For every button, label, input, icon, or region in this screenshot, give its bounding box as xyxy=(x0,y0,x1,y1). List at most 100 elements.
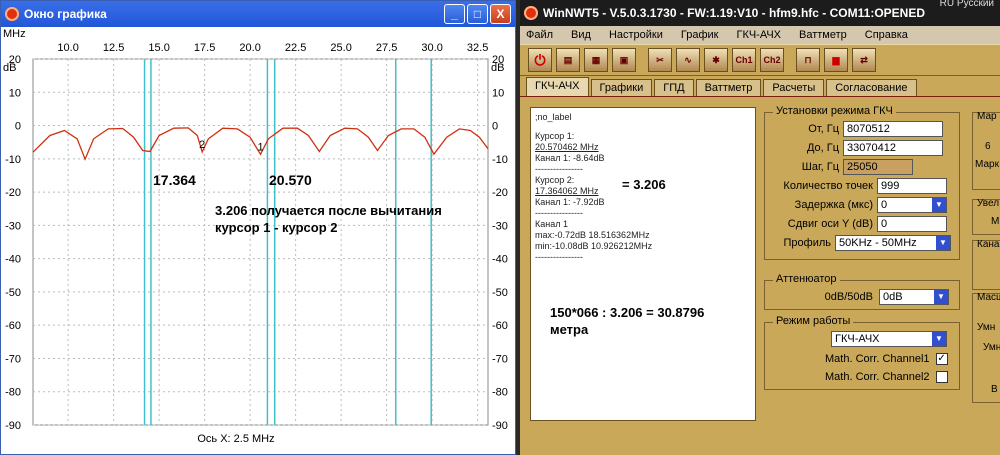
points-input[interactable]: 999 xyxy=(877,178,947,194)
menu-settings[interactable]: Настройки xyxy=(609,29,663,41)
y-tick-label-right: -60 xyxy=(492,320,508,332)
y-tick-label-left: -40 xyxy=(5,254,21,266)
profile-label: Профиль xyxy=(783,237,832,249)
ch1-icon[interactable]: Ch1 xyxy=(732,48,756,72)
nwt-titlebar[interactable]: WinNWT5 - V.5.0.3.1730 - FW:1.19:V10 - h… xyxy=(520,0,1000,26)
tab-graphs[interactable]: Графики xyxy=(590,79,653,96)
y-tick-label-left: 10 xyxy=(9,87,21,99)
memo-separator: ---------------- xyxy=(535,252,583,262)
menu-help[interactable]: Справка xyxy=(865,29,908,41)
toolbar: ⏻ ▤ ▦ ▣ ✂ ∿ ✱ Ch1 Ch2 ⊓ ▆ ⇄ xyxy=(520,44,1000,76)
close-button[interactable]: X xyxy=(490,4,511,24)
bmp-icon[interactable]: ▦ xyxy=(584,48,608,72)
math2-label: Math. Corr. Channel2 xyxy=(825,371,930,383)
app-icon xyxy=(5,7,19,21)
graph-titlebar[interactable]: Окно графика _ □ X xyxy=(1,1,515,27)
y-tick-label-left: -30 xyxy=(5,220,21,232)
x-tick-label: 30.0 xyxy=(421,42,442,54)
chevron-down-icon[interactable]: ▼ xyxy=(936,236,950,250)
menu-graph[interactable]: График xyxy=(681,29,719,41)
x-tick-label: 25.0 xyxy=(330,42,351,54)
mode-value: ГКЧ-АЧХ xyxy=(835,333,880,345)
x-tick-label: 12.5 xyxy=(103,42,124,54)
delay-select[interactable]: 0 ▼ xyxy=(877,197,947,213)
x-tick-label: 32.5 xyxy=(467,42,488,54)
memo-channel-title: Канал 1 xyxy=(535,219,568,229)
tab-calculations[interactable]: Расчеты xyxy=(763,79,825,96)
delay-label: Задержка (мкс) xyxy=(794,199,873,211)
tab-vfo[interactable]: ГПД xyxy=(654,79,694,96)
cursor-marker-2: 2 xyxy=(199,139,205,151)
menu-view[interactable]: Вид xyxy=(571,29,591,41)
app-icon xyxy=(524,6,538,20)
y-tick-label-right: -50 xyxy=(492,287,508,299)
maximize-button[interactable]: □ xyxy=(467,4,488,24)
cursor-marker-1: 1 xyxy=(258,141,264,153)
tab-matching[interactable]: Согласование xyxy=(826,79,917,96)
markers-label: Марк xyxy=(975,159,999,170)
note-line1: 3.206 получается после вычитания xyxy=(215,203,442,218)
diff-annotation: = 3.206 xyxy=(622,177,666,192)
memo-cursor1-title: Курсор 1: xyxy=(535,131,575,141)
step-icon[interactable]: ⊓ xyxy=(796,48,820,72)
info-memo[interactable]: ;no_label Курсор 1: 20.570462 MHz Канал … xyxy=(530,107,756,421)
scale-value: В xyxy=(991,384,998,395)
memo-cursor1-freq: 20.570462 MHz xyxy=(535,142,599,152)
attenuator-title: Аттенюатор xyxy=(773,273,840,285)
cal-icon[interactable]: ✱ xyxy=(704,48,728,72)
menu-file[interactable]: Файл xyxy=(526,29,553,41)
ch2-icon[interactable]: Ch2 xyxy=(760,48,784,72)
channel-title: Кана xyxy=(977,239,1000,250)
calc-annotation-line2: метра xyxy=(550,322,589,337)
scale-title: Масш xyxy=(977,292,1000,303)
language-indicator[interactable]: RU Русский xyxy=(940,0,994,9)
y-tick-label-right: -70 xyxy=(492,353,508,365)
step-value: 25050 xyxy=(843,159,913,175)
image-icon[interactable]: ▣ xyxy=(612,48,636,72)
tab-wattmeter[interactable]: Ваттметр xyxy=(695,79,762,96)
swap-icon[interactable]: ⇄ xyxy=(852,48,876,72)
step-label: Шаг, Гц xyxy=(801,161,839,173)
y-tick-label-right: 20 xyxy=(492,54,504,66)
zoom-title: Увел xyxy=(977,198,1000,209)
power-icon[interactable]: ⏻ xyxy=(528,48,552,72)
scale-mult2: Умн xyxy=(983,342,1000,353)
graph-window-title: Окно графика xyxy=(24,7,107,21)
math1-checkbox[interactable]: ✓ xyxy=(935,353,948,365)
profile-select[interactable]: 50KHz - 50MHz ▼ xyxy=(835,235,951,251)
minimize-button[interactable]: _ xyxy=(444,4,465,24)
x-axis-caption: Ось X: 2.5 MHz xyxy=(197,433,274,445)
y-tick-label-right: -40 xyxy=(492,254,508,266)
to-input[interactable]: 33070412 xyxy=(843,140,943,156)
response-chart[interactable]: MHz dB dB 10.0 12.5 15.0 17.5 20.0 22.5 25.0 27… xyxy=(1,27,515,454)
mode-select[interactable]: ГКЧ-АЧХ ▼ xyxy=(831,331,947,347)
chevron-down-icon[interactable]: ▼ xyxy=(932,332,946,346)
mhz-axis-label: MHz xyxy=(3,28,26,40)
attenuator-select[interactable]: 0dB ▼ xyxy=(879,289,949,305)
print-icon[interactable]: ▤ xyxy=(556,48,580,72)
menu-bar: Файл Вид Настройки График ГКЧ-АЧХ Ваттме… xyxy=(520,26,1000,44)
attenuator-group: Аттенюатор 0dB/50dB 0dB ▼ xyxy=(764,273,960,310)
mode-group: Режим работы ГКЧ-АЧХ ▼ Math. Corr. Chann… xyxy=(764,315,960,390)
tab-content: ;no_label Курсор 1: 20.570462 MHz Канал … xyxy=(520,97,1000,455)
sweep-icon[interactable]: ∿ xyxy=(676,48,700,72)
memo-max: max:-0.72dB 18.516362MHz xyxy=(535,230,650,240)
chevron-down-icon[interactable]: ▼ xyxy=(934,290,948,304)
y-tick-label-left: -50 xyxy=(5,287,21,299)
markers-title: Мар xyxy=(977,111,997,122)
winnwt-window: WinNWT5 - V.5.0.3.1730 - FW:1.19:V10 - h… xyxy=(520,0,1000,455)
menu-wattmeter[interactable]: Ваттметр xyxy=(799,29,847,41)
calc-annotation-line1: 150*066 : 3.206 = 30.8796 xyxy=(550,305,705,320)
plot-grid xyxy=(32,58,489,426)
mode-title: Режим работы xyxy=(773,315,854,327)
yshift-input[interactable]: 0 xyxy=(877,216,947,232)
save-icon[interactable]: ▆ xyxy=(824,48,848,72)
math2-checkbox[interactable] xyxy=(935,371,948,383)
from-input[interactable]: 8070512 xyxy=(843,121,943,137)
tab-sweep[interactable]: ГКЧ-АЧХ xyxy=(526,77,589,96)
chevron-down-icon[interactable]: ▼ xyxy=(932,198,946,212)
tools-icon[interactable]: ✂ xyxy=(648,48,672,72)
menu-sweep[interactable]: ГКЧ-АЧХ xyxy=(736,29,781,41)
attenuator-value: 0dB xyxy=(883,291,903,303)
y-tick-label-right: -80 xyxy=(492,387,508,399)
